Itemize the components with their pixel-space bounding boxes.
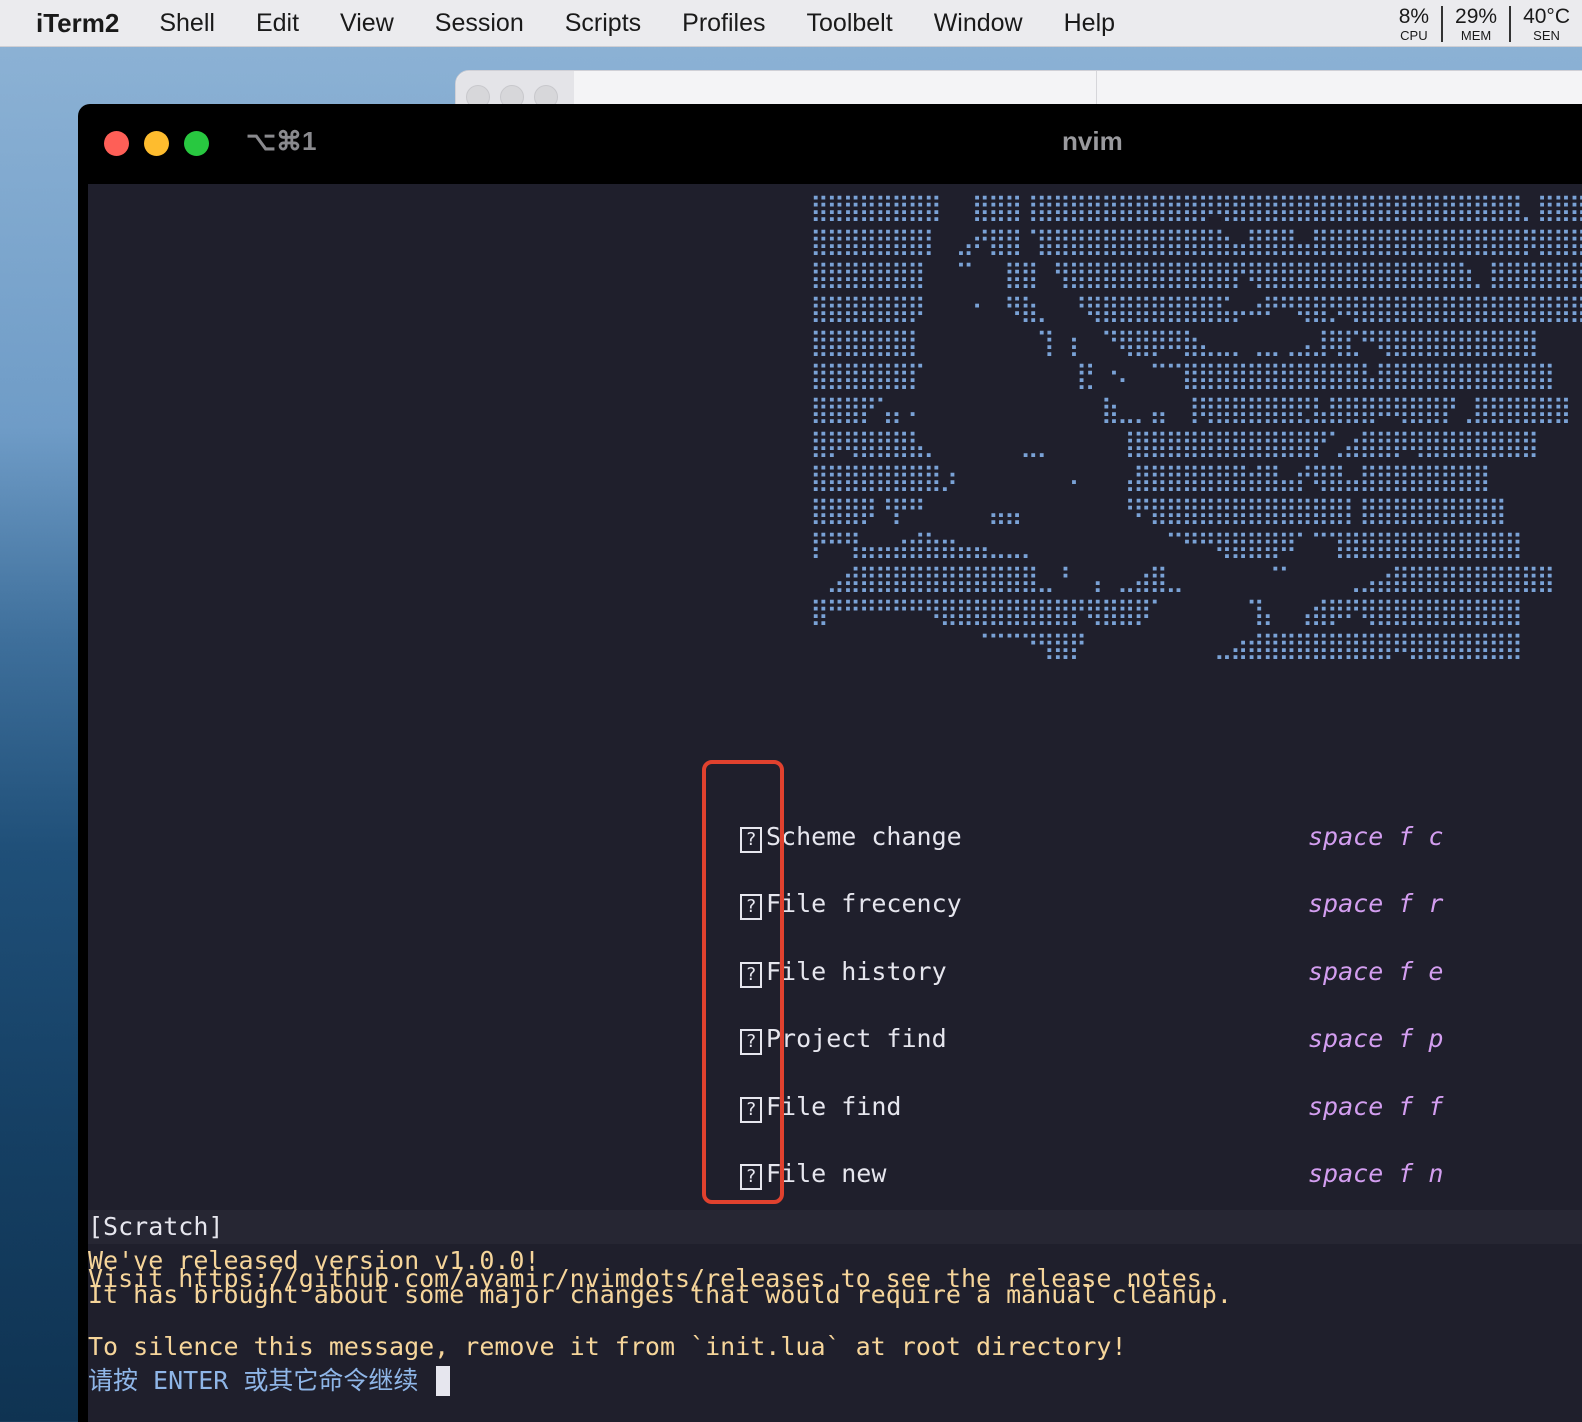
- sensor-stat[interactable]: 40°C SEN: [1509, 4, 1582, 43]
- menu-view[interactable]: View: [340, 9, 394, 38]
- dashboard-entry-file-history[interactable]: ? File history space f e: [740, 955, 1500, 995]
- entry-keybinding: space f e: [1308, 957, 1444, 986]
- cpu-stat[interactable]: 8% CPU: [1387, 6, 1441, 42]
- menu-help[interactable]: Help: [1064, 9, 1115, 38]
- menu-edit[interactable]: Edit: [256, 9, 299, 38]
- mem-label: MEM: [1460, 27, 1492, 43]
- art-line: ⣿⣿⣿⣿⣿⣿⣿⣿⡰⠀⠀⠀⠀⠀⠀⠀⠄⠀⠀⢠⣿⣿⣿⣿⣿⣿⣿⣾⣿⣤⡞⢿⣿⣤⣿⣿⣿⣿⣿⣿…: [810, 462, 1491, 493]
- cpu-value: 8%: [1398, 4, 1430, 28]
- art-line: ⣿⣿⣿⣿⣿⣿⣿⣿⠀⠀⣿⣿⣿⢸⣿⣿⣿⣿⣿⣿⣿⣿⣿⣿⡿⢿⣿⣿⣿⣿⣿⣿⣿⣿⣿⣿⣿⣿⣿⣿…: [810, 193, 1582, 223]
- art-line: ⣿⣿⣿⡿⠘⡟⠛⠀⠀⠀⠀⣤⣤⠀⠀⠀⠀⠀⠀⠘⠟⣿⣿⣿⣿⣿⣿⣿⣿⣿⣿⣿⣿⡇⣿⣿⣿⣿⣿⣿…: [810, 496, 1507, 527]
- menu-session[interactable]: Session: [435, 9, 524, 38]
- menu-scripts[interactable]: Scripts: [565, 9, 641, 38]
- system-stats[interactable]: 8% CPU 29% MEM 40°C SEN: [1387, 0, 1582, 47]
- tab-shortcut: ⌥⌘1: [246, 126, 317, 156]
- zoom-button[interactable]: [184, 131, 209, 156]
- entry-label: File frecency: [766, 889, 962, 918]
- menubar: iTerm2 Shell Edit View Session Scripts P…: [0, 0, 1582, 47]
- art-line: ⠀⠀⠀⠀⠀⠀⠀⠀⠀⠀⠈⠉⠉⠙⢻⣿⡟⠀⠀⠀⠀⠀⠀⠀⠀⣀⣴⣾⣿⣿⣿⣿⣿⣿⣿⣿⠿⣿⣿⣿…: [810, 630, 1523, 661]
- message-line: It has brought about some major changes …: [88, 1280, 1232, 1309]
- close-button[interactable]: [104, 131, 129, 156]
- menu-shell[interactable]: Shell: [159, 9, 215, 38]
- message-line: We've released version v1.0.0!: [88, 1246, 540, 1275]
- menu-profiles[interactable]: Profiles: [682, 9, 765, 38]
- entry-keybinding: space f n: [1308, 1159, 1444, 1188]
- art-line: ⣿⣿⣿⡟⢡⡄⠄⠀⠀⠀⠀⠀⠀⠀⠀⠀⠀⠀⣷⣀⡀⣤⠀⢸⢿⣿⣿⣿⣿⣿⣟⣧⣿⣿⣿⠿⢿⣿⣿⡟…: [810, 395, 1572, 426]
- entry-label: File history: [766, 957, 947, 986]
- dashboard-entry-scheme-change[interactable]: ? Scheme change space f c: [740, 820, 1500, 860]
- annotation-highlight-box: [702, 760, 784, 1204]
- entry-label: Scheme change: [766, 822, 962, 851]
- dashboard-header-art: ⣿⣿⣿⣿⣿⣿⣿⣿⠀⠀⣿⣿⣿⢸⣿⣿⣿⣿⣿⣿⣿⣿⣿⣿⡿⢿⣿⣿⣿⣿⣿⣿⣿⣿⣿⣿⣿⣿⣿⣿…: [810, 192, 1582, 664]
- art-line: ⡟⠛⢻⣤⣤⣴⣾⣷⣶⣤⣤⣀⣀⡀⠀⠀⠀⠀⠀⠀⠀⠀⠉⠛⠛⢿⣿⣿⣿⠿⠁⠉⢹⣿⣿⣿⣿⣿⣿⣿…: [810, 529, 1523, 560]
- entry-keybinding: space f c: [1308, 822, 1444, 851]
- entry-label: Project find: [766, 1024, 947, 1053]
- art-line: ⣿⠛⠛⠛⠛⠛⠛⠻⣿⣿⣿⣿⣿⣿⣿⣿⡟⢿⣿⣿⡿⠁⠀⠀⠀⠀⠀⢹⡄⠀⢠⣾⡿⠟⢿⣿⣿⣿⣿⣿…: [810, 597, 1523, 628]
- buffer-name: [Scratch]: [88, 1212, 224, 1241]
- minimize-button[interactable]: [144, 131, 169, 156]
- mem-value: 29%: [1455, 4, 1498, 28]
- entry-keybinding: space f p: [1308, 1024, 1444, 1053]
- terminal-screen[interactable]: ⣿⣿⣿⣿⣿⣿⣿⣿⠀⠀⣿⣿⣿⢸⣿⣿⣿⣿⣿⣿⣿⣿⣿⣿⡿⢿⣿⣿⣿⣿⣿⣿⣿⣿⣿⣿⣿⣿⣿⣿…: [88, 184, 1582, 1422]
- titlebar[interactable]: ⌥⌘1 nvim: [78, 104, 1582, 184]
- dashboard-entry-project-find[interactable]: ? Project find space f p: [740, 1022, 1500, 1062]
- art-line: ⣿⡿⢿⣿⣿⣿⣧⡀⠀⠀⠀⠀⠀⣀⡀⠀⠀⠀⠀⢸⣿⣿⣿⣿⣿⣿⣿⣿⣿⣿⣿⡟⢁⣴⣿⣿⡿⢿⣿⣿…: [810, 428, 1539, 459]
- art-line: ⣿⣿⣿⣿⣿⣿⡇⠀⠀⠀⠀⠀⠀⠀⢹⠀⡆⠀⠙⢿⣿⡿⠿⣷⣄⣀⡀⢀⣀⢀⣠⣸⢿⣏⠛⢿⣿⣿⣿⣿…: [810, 327, 1539, 358]
- art-line: ⣿⣿⣿⣿⣿⣿⡿⠀⠀⠀⠂⠀⠻⣷⡀⠀⠘⢿⣿⣿⣿⣿⣿⣿⣿⣯⡤⠴⠟⠛⢿⣿⡻⢿⣿⣿⣿⣿⣿⣿…: [810, 294, 1582, 325]
- sensor-value: 40°C: [1523, 4, 1570, 28]
- entry-keybinding: space f f: [1308, 1092, 1444, 1121]
- art-line: ⣿⣿⣿⣿⣿⣿⣿⡇⠀⣠⠞⣿⣿⠈⣿⣿⣿⣿⣿⣿⣿⣿⣿⣿⣿⣷⣤⣿⣿⣿⣤⣿⣿⣿⣿⣿⣿⣿⣿⣿…: [810, 226, 1582, 257]
- art-line: ⠀⣠⣾⣿⣿⣿⣿⣿⣿⣿⣿⣿⣿⣿⣀⠘⠀⢠⠀⣀⣴⣿⣀⠀⠀⠀⠀⠀⠈⠁⠀⠀⠀⢀⣠⣴⣿⣿⣿⣿…: [810, 563, 1555, 594]
- art-line: ⣿⣿⣿⣿⣿⣿⡏⠀⠀⠀⠀⠀⠀⠀⠀⠀⢸⡃⠐⠄⠀⠉⠉⣿⣿⣿⣿⣿⣿⣿⣿⣿⣿⣿⣧⣿⣿⣿⣿⣿…: [810, 361, 1555, 392]
- entry-keybinding: space f r: [1308, 889, 1444, 918]
- menu-toolbelt[interactable]: Toolbelt: [807, 9, 893, 38]
- dashboard-entry-file-frecency[interactable]: ? File frecency space f r: [740, 887, 1500, 927]
- dashboard-entry-file-find[interactable]: ? File find space f f: [740, 1090, 1500, 1130]
- menu-window[interactable]: Window: [934, 9, 1023, 38]
- entry-label: File new: [766, 1159, 887, 1188]
- statusline: [Scratch]: [88, 1210, 1582, 1244]
- entry-label: File find: [766, 1092, 902, 1121]
- sensor-label: SEN: [1533, 27, 1560, 43]
- terminal-window: ⌥⌘1 nvim ⣿⣿⣿⣿⣿⣿⣿⣿⠀⠀⣿⣿⣿⢸⣿⣿⣿⣿⣿⣿⣿⣿⣿⣿⡿⢿⣿⣿⣿⣿⣿…: [78, 104, 1582, 1422]
- art-line: ⣿⣿⣿⣿⣿⣿⣿⠀⠀⠉⠀⠀⣿⣿⠀⢻⣿⣿⣿⣿⣿⣿⣿⣿⣿⣿⡟⢿⣿⣿⣿⣿⣿⣿⣿⣿⣿⣿⣿⣿…: [810, 260, 1582, 291]
- window-title: nvim: [1062, 126, 1123, 156]
- mem-stat[interactable]: 29% MEM: [1441, 4, 1509, 43]
- app-menu[interactable]: iTerm2: [36, 8, 119, 39]
- dashboard-entry-file-new[interactable]: ? File new space f n: [740, 1157, 1500, 1197]
- cpu-label: CPU: [1400, 27, 1428, 43]
